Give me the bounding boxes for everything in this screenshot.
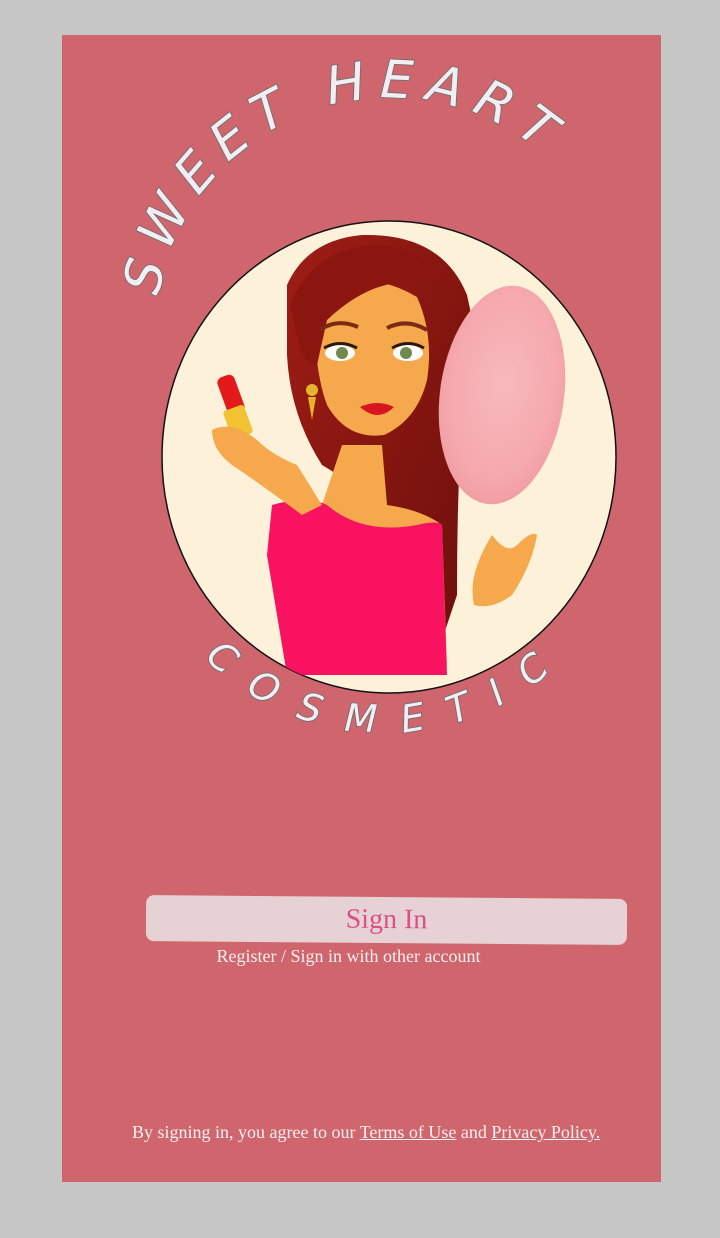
legal-conjunction: and bbox=[456, 1122, 492, 1142]
legal-prefix: By signing in, you agree to our bbox=[132, 1122, 360, 1142]
woman-illustration bbox=[161, 220, 617, 694]
terms-of-use-link[interactable]: Terms of Use bbox=[360, 1122, 457, 1142]
brand-logo: SWEET HEART COSMETICS bbox=[62, 35, 617, 743]
privacy-policy-link[interactable]: Privacy Policy. bbox=[491, 1122, 600, 1142]
app-screen: SWEET HEART COSMETIC Sign In Register / … bbox=[62, 35, 661, 1182]
legal-notice: By signing in, you agree to our Terms of… bbox=[132, 1122, 652, 1143]
register-link[interactable]: Register / Sign in with other account bbox=[62, 946, 661, 967]
sign-in-button[interactable]: Sign In bbox=[145, 895, 628, 945]
